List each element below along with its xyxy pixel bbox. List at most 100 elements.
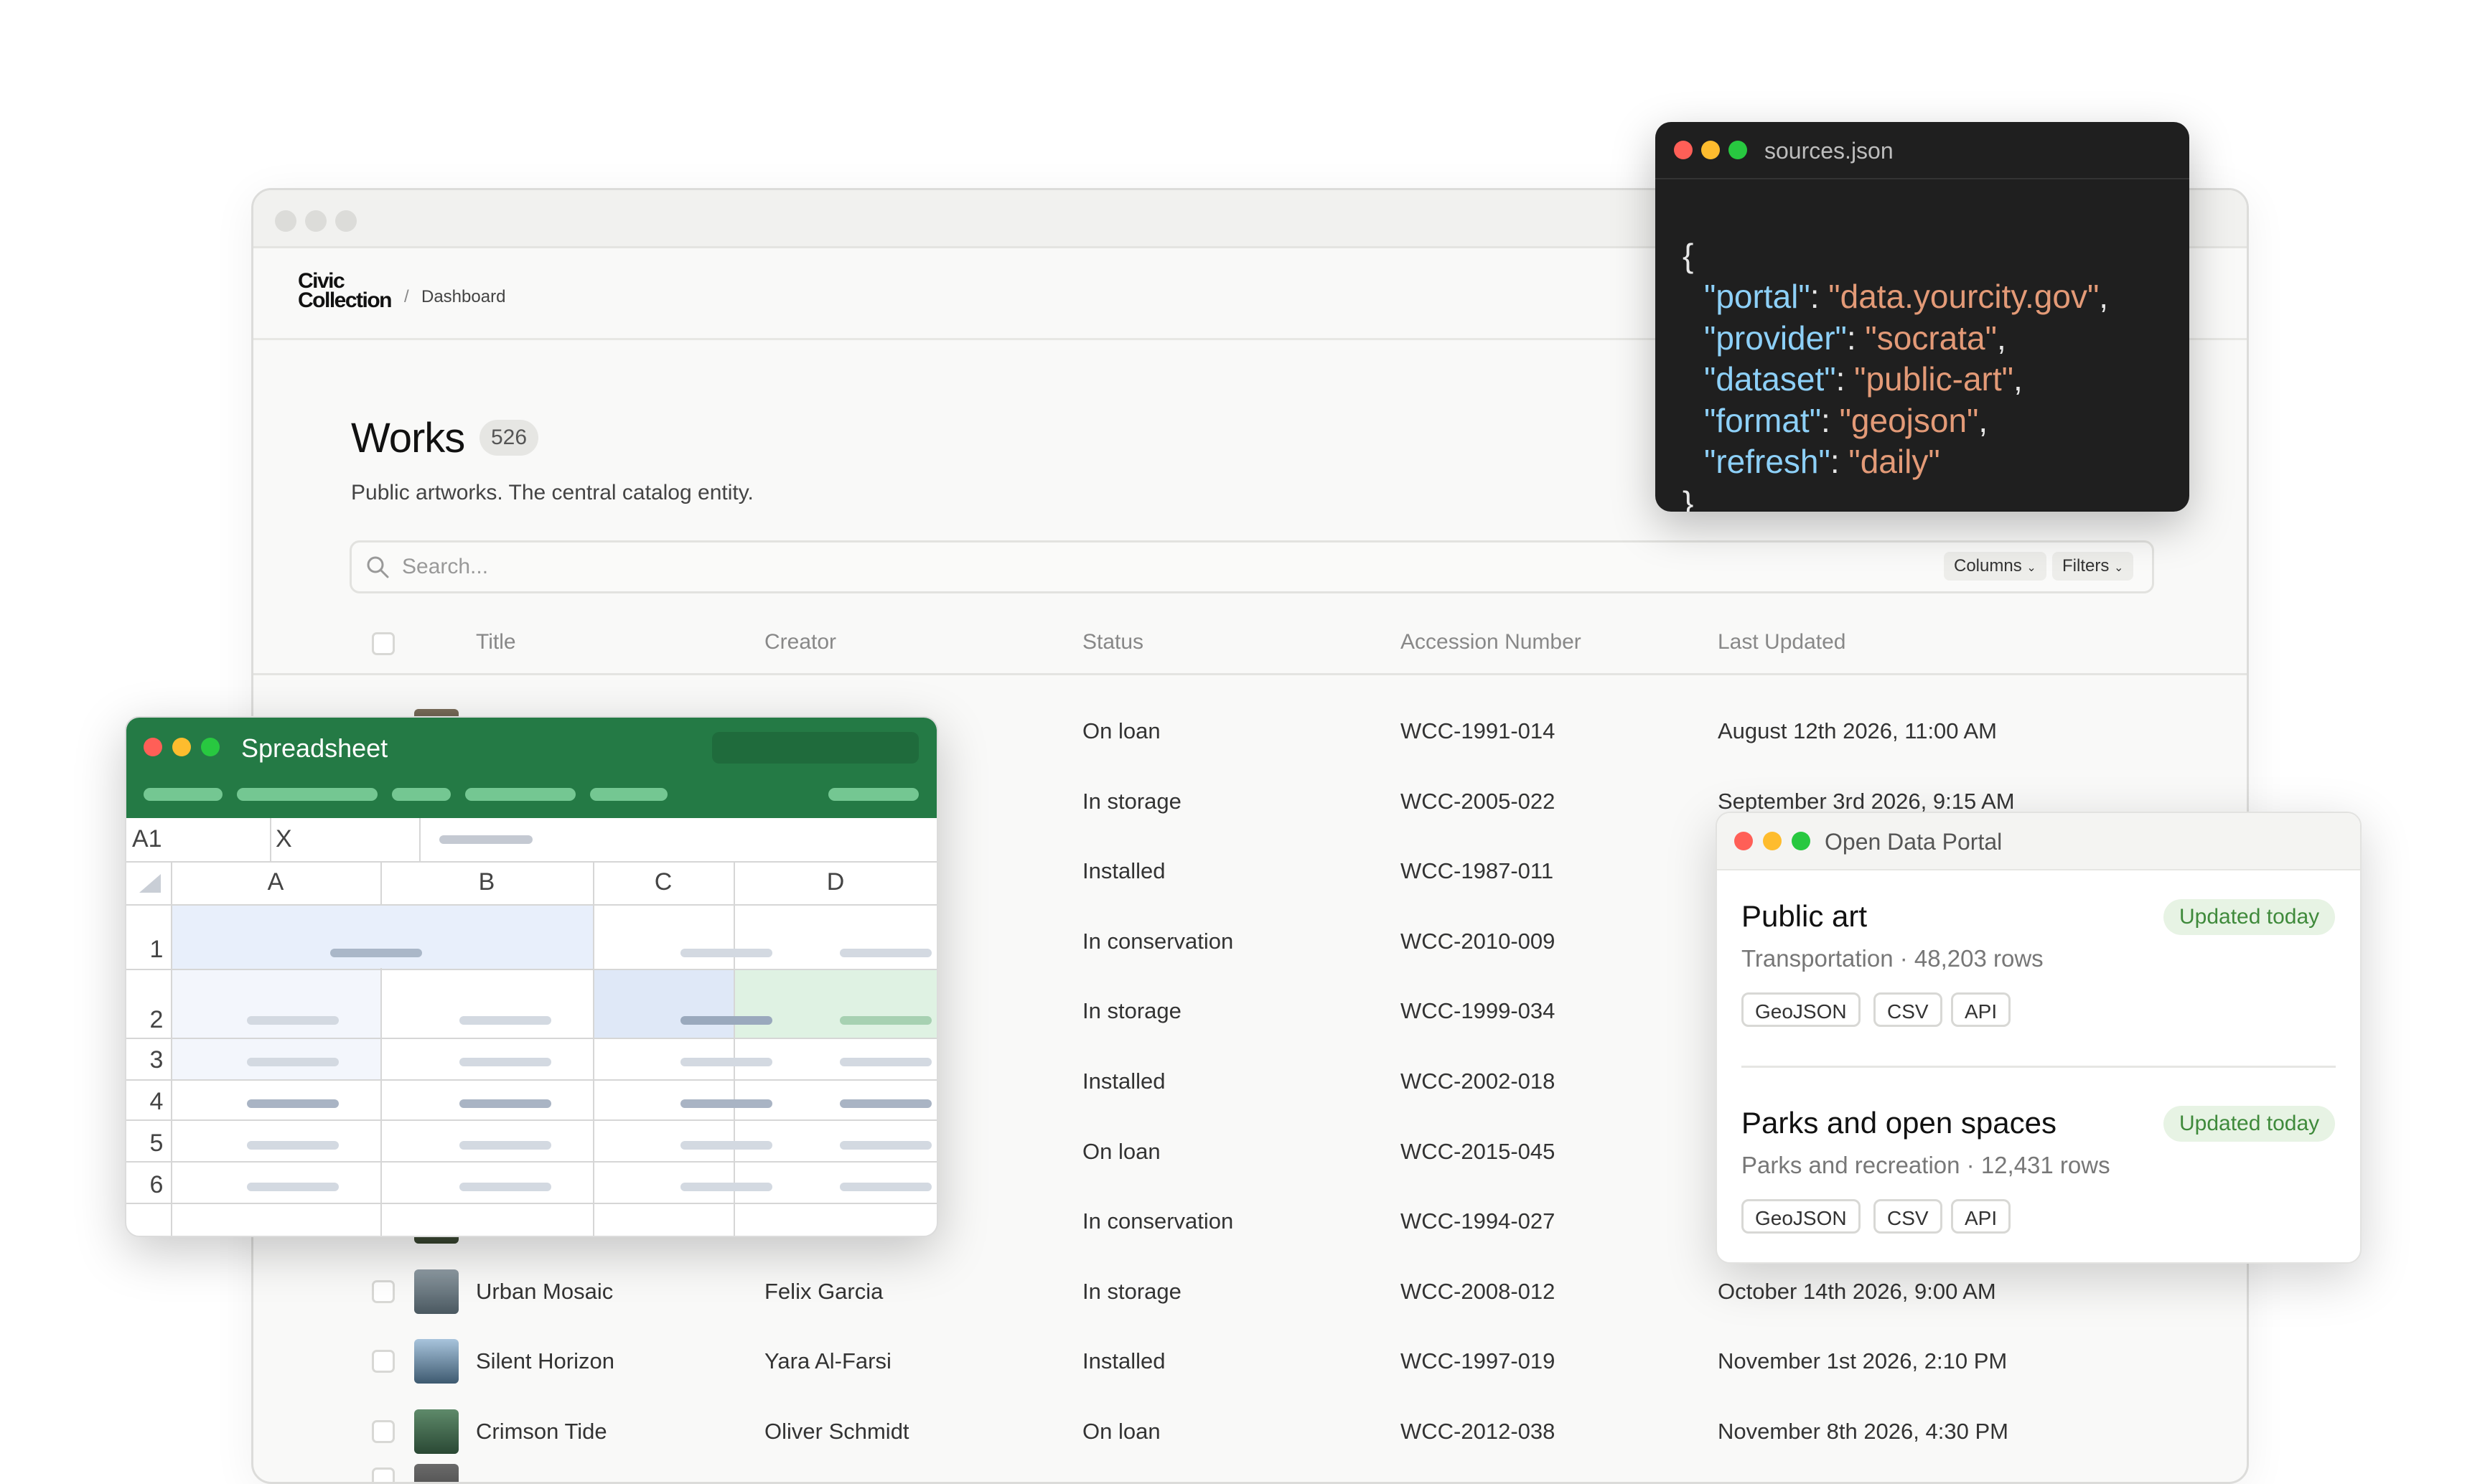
cell-title[interactable]: Silent Horizon (476, 1348, 614, 1374)
artwork-thumbnail (414, 1339, 459, 1384)
logo-line-1: Civic (298, 269, 345, 293)
dataset-name-public-art[interactable]: Public art (1741, 899, 1867, 934)
formula-divider (270, 818, 271, 861)
cell-content-placeholder[interactable] (840, 949, 932, 957)
format-chip-csv[interactable]: CSV (1873, 1199, 1942, 1234)
ribbon-tab-placeholder[interactable] (465, 788, 576, 801)
zoom-dot[interactable] (201, 738, 220, 756)
cell-accession-number: WCC-1991-014 (1400, 718, 1555, 743)
cell-content-placeholder[interactable] (247, 1183, 339, 1191)
minimize-dot[interactable] (1763, 832, 1782, 850)
cell-status: In storage (1082, 788, 1181, 814)
cell-content-placeholder[interactable] (459, 1099, 551, 1108)
json-entry: "provider": "socrata", (1683, 318, 2108, 360)
window-close-dot[interactable] (275, 210, 296, 232)
json-colon: : (1846, 319, 1866, 357)
window-minimize-dot[interactable] (305, 210, 327, 232)
close-dot[interactable] (1734, 832, 1753, 850)
column-label-c[interactable]: C (635, 868, 692, 896)
cell-content-placeholder[interactable] (680, 1099, 772, 1108)
filters-button[interactable]: Filters ⌄ (2052, 552, 2134, 581)
row-checkbox[interactable] (372, 1350, 395, 1373)
json-window-title: sources.json (1764, 138, 1894, 164)
cell-content-placeholder[interactable] (247, 1016, 339, 1025)
columns-button[interactable]: Columns ⌄ (1944, 552, 2046, 581)
cell-last-updated: August 12th 2026, 11:00 AM (1718, 718, 1997, 743)
grid-line (126, 1038, 937, 1039)
dataset-meta: Transportation · 48,203 rows (1741, 945, 2044, 972)
column-label-d[interactable]: D (807, 868, 864, 896)
json-entries: "portal": "data.yourcity.gov", "provider"… (1683, 276, 2108, 483)
cell-content-placeholder[interactable] (840, 1183, 932, 1191)
column-label-a[interactable]: A (247, 868, 304, 896)
grid-line (593, 863, 594, 1236)
cell-content-placeholder[interactable] (330, 949, 422, 957)
json-close-brace: } (1683, 484, 1694, 512)
cell-status: On loan (1082, 1138, 1161, 1164)
cell-accession-number: WCC-1999-034 (1400, 998, 1555, 1024)
page-description: Public artworks. The central catalog ent… (351, 481, 754, 504)
ribbon-tab-placeholder[interactable] (590, 788, 668, 801)
cell-title[interactable]: Urban Mosaic (476, 1279, 613, 1305)
column-header-title[interactable]: Title (476, 630, 516, 654)
dataset-name-parks[interactable]: Parks and open spaces (1741, 1106, 2056, 1140)
window-zoom-dot[interactable] (335, 210, 357, 232)
row-checkbox[interactable] (372, 1467, 395, 1482)
ribbon-tab-placeholder[interactable] (828, 788, 919, 801)
close-dot[interactable] (1674, 141, 1693, 159)
select-all-corner[interactable] (139, 874, 161, 893)
format-chip-csv[interactable]: CSV (1873, 992, 1942, 1027)
civic-collection-logo[interactable]: Civic Collection (298, 269, 398, 311)
cell-content-placeholder[interactable] (840, 1099, 932, 1108)
formula-content-placeholder[interactable] (439, 835, 533, 844)
column-header-accession[interactable]: Accession Number (1400, 630, 1581, 654)
cell-reference[interactable]: A1 (132, 825, 162, 853)
cell-content-placeholder[interactable] (459, 1058, 551, 1066)
cell-content-placeholder[interactable] (247, 1099, 339, 1108)
cell-content-placeholder[interactable] (680, 1183, 772, 1191)
close-dot[interactable] (144, 738, 162, 756)
ribbon-tab-placeholder[interactable] (144, 788, 223, 801)
cell-content-placeholder[interactable] (680, 949, 772, 957)
cell-content-placeholder[interactable] (459, 1183, 551, 1191)
json-window-titlebar: sources.json (1655, 122, 2189, 179)
format-chip-geojson[interactable]: GeoJSON (1741, 1199, 1861, 1234)
cell-content-placeholder[interactable] (680, 1016, 772, 1025)
cell-content-placeholder[interactable] (247, 1058, 339, 1066)
spreadsheet-grid: ABCD123456 (126, 863, 937, 1236)
column-header-last-updated[interactable]: Last Updated (1718, 630, 1845, 654)
cell-content-placeholder[interactable] (459, 1016, 551, 1025)
cell-content-placeholder[interactable] (840, 1016, 932, 1025)
row-checkbox[interactable] (372, 1279, 395, 1303)
cell-status: On loan (1082, 718, 1161, 743)
chevron-down-icon: ⌄ (2026, 562, 2036, 574)
search-input[interactable] (401, 550, 1695, 584)
json-open-brace: { (1683, 236, 1694, 274)
select-all-checkbox[interactable] (372, 632, 395, 655)
updated-badge: Updated today (2163, 1106, 2336, 1142)
row-checkbox[interactable] (372, 1420, 395, 1443)
zoom-dot[interactable] (1792, 832, 1810, 850)
ribbon-tab-placeholder[interactable] (237, 788, 378, 801)
cell-content-placeholder[interactable] (840, 1058, 932, 1066)
column-label-b[interactable]: B (458, 868, 515, 896)
cell-content-placeholder[interactable] (459, 1141, 551, 1150)
minimize-dot[interactable] (1701, 141, 1720, 159)
breadcrumb-dashboard[interactable]: Dashboard (421, 287, 505, 307)
cell-content-placeholder[interactable] (247, 1141, 339, 1150)
cell-title[interactable]: Crimson Tide (476, 1419, 607, 1445)
column-header-creator[interactable]: Creator (764, 630, 836, 654)
cell-content-placeholder[interactable] (680, 1058, 772, 1066)
minimize-dot[interactable] (172, 738, 191, 756)
artwork-thumbnail (414, 1269, 459, 1314)
cell-last-updated: November 8th 2026, 4:30 PM (1718, 1419, 2008, 1444)
spreadsheet-toolbar-placeholder (712, 732, 919, 764)
zoom-dot[interactable] (1728, 141, 1747, 159)
column-header-status[interactable]: Status (1082, 630, 1143, 654)
format-chip-api[interactable]: API (1951, 1199, 2011, 1234)
format-chip-geojson[interactable]: GeoJSON (1741, 992, 1861, 1027)
cell-content-placeholder[interactable] (840, 1141, 932, 1150)
ribbon-tab-placeholder[interactable] (392, 788, 451, 801)
format-chip-api[interactable]: API (1951, 992, 2011, 1027)
cell-content-placeholder[interactable] (680, 1141, 772, 1150)
